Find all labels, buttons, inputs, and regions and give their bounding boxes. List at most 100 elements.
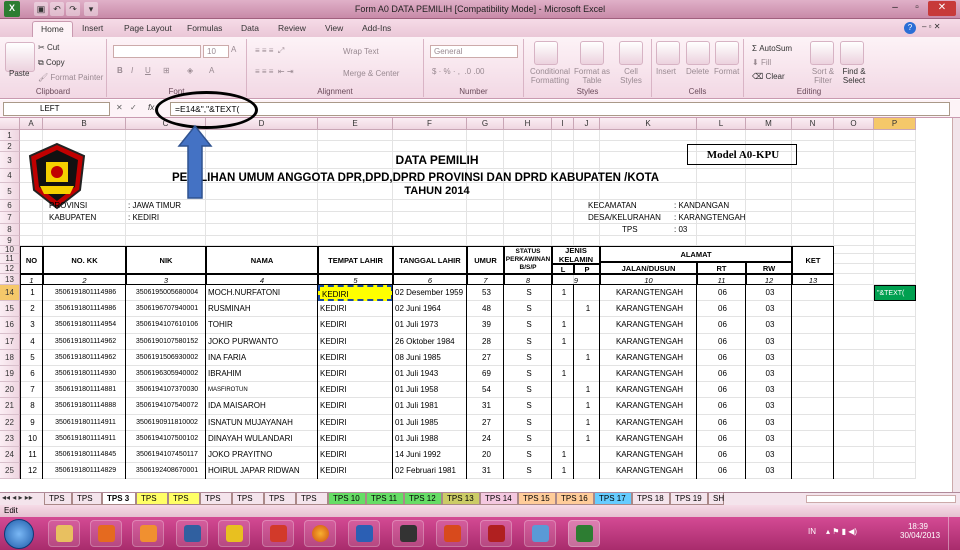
column-header[interactable]: M [746,118,792,130]
column-header[interactable]: K [600,118,697,130]
row-header[interactable]: 2 [0,141,20,152]
help-icon[interactable]: ? [904,22,916,34]
taskbar-media[interactable] [90,520,122,547]
sheet-tab[interactable]: TPS 16 [556,493,594,505]
conditional-formatting-icon[interactable] [534,41,558,65]
row-header[interactable]: 3 [0,152,20,169]
tab-formulas[interactable]: Formulas [179,21,230,37]
tab-page-layout[interactable]: Page Layout [116,21,180,37]
tab-view[interactable]: View [317,21,351,37]
name-box[interactable]: LEFT [3,102,110,116]
column-header[interactable]: B [43,118,126,130]
column-header[interactable]: P [874,118,916,130]
column-header[interactable]: O [834,118,874,130]
delete-cells-icon[interactable] [686,41,710,65]
fill-color-icon[interactable]: ◈ [187,66,193,75]
cut-button[interactable]: ✂ Cut [38,43,59,52]
sheet-tab[interactable]: TPS 13 [442,493,480,505]
vertical-scrollbar[interactable] [952,118,960,492]
taskbar-app-5[interactable] [218,520,250,547]
sheet-tab[interactable]: TPS 8 [264,493,296,514]
tab-add-ins[interactable]: Add-Ins [354,21,399,37]
taskbar-app-6[interactable] [262,520,294,547]
tray-icons[interactable]: ▴ ⚑ ▮ ◀) [826,527,857,536]
row-header[interactable]: 11 [0,254,20,264]
taskbar-excel[interactable] [568,520,600,547]
font-size-select[interactable]: 10 [203,45,229,58]
column-header[interactable]: I [552,118,574,130]
sort-filter-button[interactable]: Sort & Filter [808,67,838,85]
sheet-tab[interactable]: TPS 14 [480,493,518,505]
grow-font-icon[interactable]: A [231,45,236,54]
sheet-tab[interactable]: SH [708,493,724,505]
sheet-year[interactable]: TAHUN 2014 [126,183,746,200]
merge-center-button[interactable]: Merge & Center [343,69,399,78]
taskbar-player[interactable] [132,520,164,547]
workbook-controls[interactable]: – ▫ ✕ [922,22,940,31]
sheet-nav-icon[interactable]: ◂◂ ◂ ▸ ▸▸ [2,493,33,502]
binoculars-icon[interactable] [840,41,864,65]
column-header[interactable]: H [504,118,552,130]
autosum-button[interactable]: Σ AutoSum [752,44,792,53]
sheet-tab[interactable]: TPS 11 [366,493,404,505]
taskbar-word[interactable] [348,520,380,547]
provinsi-value[interactable]: : JAWA TIMUR [126,200,318,212]
tab-data[interactable]: Data [233,21,267,37]
row-header[interactable]: 19 [0,366,20,383]
row-header[interactable]: 5 [0,183,20,200]
row-header[interactable]: 8 [0,224,20,236]
column-header[interactable]: A [20,118,43,130]
column-header[interactable]: F [393,118,467,130]
formula-input[interactable]: =E14&","&TEXT( [170,102,950,116]
kabupaten-value[interactable]: : KEDIRI [126,212,318,224]
row-header[interactable]: 7 [0,212,20,224]
italic-button[interactable]: I [131,66,133,75]
kecamatan-value[interactable]: : KANDANGAN [672,200,792,212]
clock[interactable]: 18:39 30/04/2013 [900,522,940,540]
row-header[interactable]: 10 [0,246,20,254]
sheet-tab[interactable]: TPS 17 [594,493,632,505]
column-header[interactable]: E [318,118,393,130]
align-top-icon[interactable]: ≡ ≡ ≡ ⤢ [255,46,284,56]
font-name-select[interactable] [113,45,201,58]
tab-insert[interactable]: Insert [74,21,111,37]
kabupaten-label[interactable]: KABUPATEN [47,212,126,224]
format-as-table-button[interactable]: Format as Table [574,67,610,85]
sheet-tab[interactable]: TPS 5 [168,493,200,514]
column-header[interactable]: N [792,118,834,130]
format-painter-button[interactable]: 🖌 Format Painter [38,73,103,82]
cell-p14[interactable]: "&TEXT( [874,285,916,302]
column-header[interactable]: G [467,118,504,130]
taskbar-firefox[interactable] [304,520,336,547]
row-header[interactable]: 24 [0,447,20,464]
row-header[interactable]: 15 [0,301,20,318]
underline-button[interactable]: U [145,66,151,75]
find-select-button[interactable]: Find & Select [838,67,870,85]
row-header[interactable]: 17 [0,333,20,350]
worksheet-grid[interactable]: A B C D E F G H I J K L M N O P 1 2 3 4 5 6 7 8 9 10 11 12 13 14 15 16 1… [0,118,952,492]
sheet-title[interactable]: DATA PEMILIH [126,152,746,169]
sheet-tab[interactable]: TPS 9 [296,493,328,514]
provinsi-label[interactable]: PROVINSI [47,200,126,212]
sheet-tab[interactable]: TPS 15 [518,493,556,505]
paste-icon[interactable] [5,42,35,72]
tab-home[interactable]: Home [32,21,73,37]
align-left-icon[interactable]: ≡ ≡ ≡ ⇤ ⇥ [255,67,294,76]
taskbar-app-11[interactable] [480,520,512,547]
currency-icon[interactable]: $ · % · , .0 .00 [432,67,484,76]
row-header[interactable]: 20 [0,382,20,399]
sheet-tab[interactable]: TPS 12 [404,493,442,505]
close-button[interactable]: ✕ [928,1,956,16]
taskbar-explorer[interactable] [48,520,80,547]
sheet-tab[interactable]: TPS 18 [632,493,670,505]
row-header[interactable]: 23 [0,430,20,447]
format-button[interactable]: Format [714,67,739,76]
select-all-corner[interactable] [0,118,20,130]
cell-styles-button[interactable]: Cell Styles [616,67,646,85]
taskbar-app-4[interactable] [176,520,208,547]
row-header[interactable]: 14 [0,285,20,302]
insert-cells-icon[interactable] [656,41,680,65]
sheet-tab[interactable]: TPS 2 [72,493,102,514]
taskbar-app-10[interactable] [436,520,468,547]
start-button[interactable] [4,519,34,549]
